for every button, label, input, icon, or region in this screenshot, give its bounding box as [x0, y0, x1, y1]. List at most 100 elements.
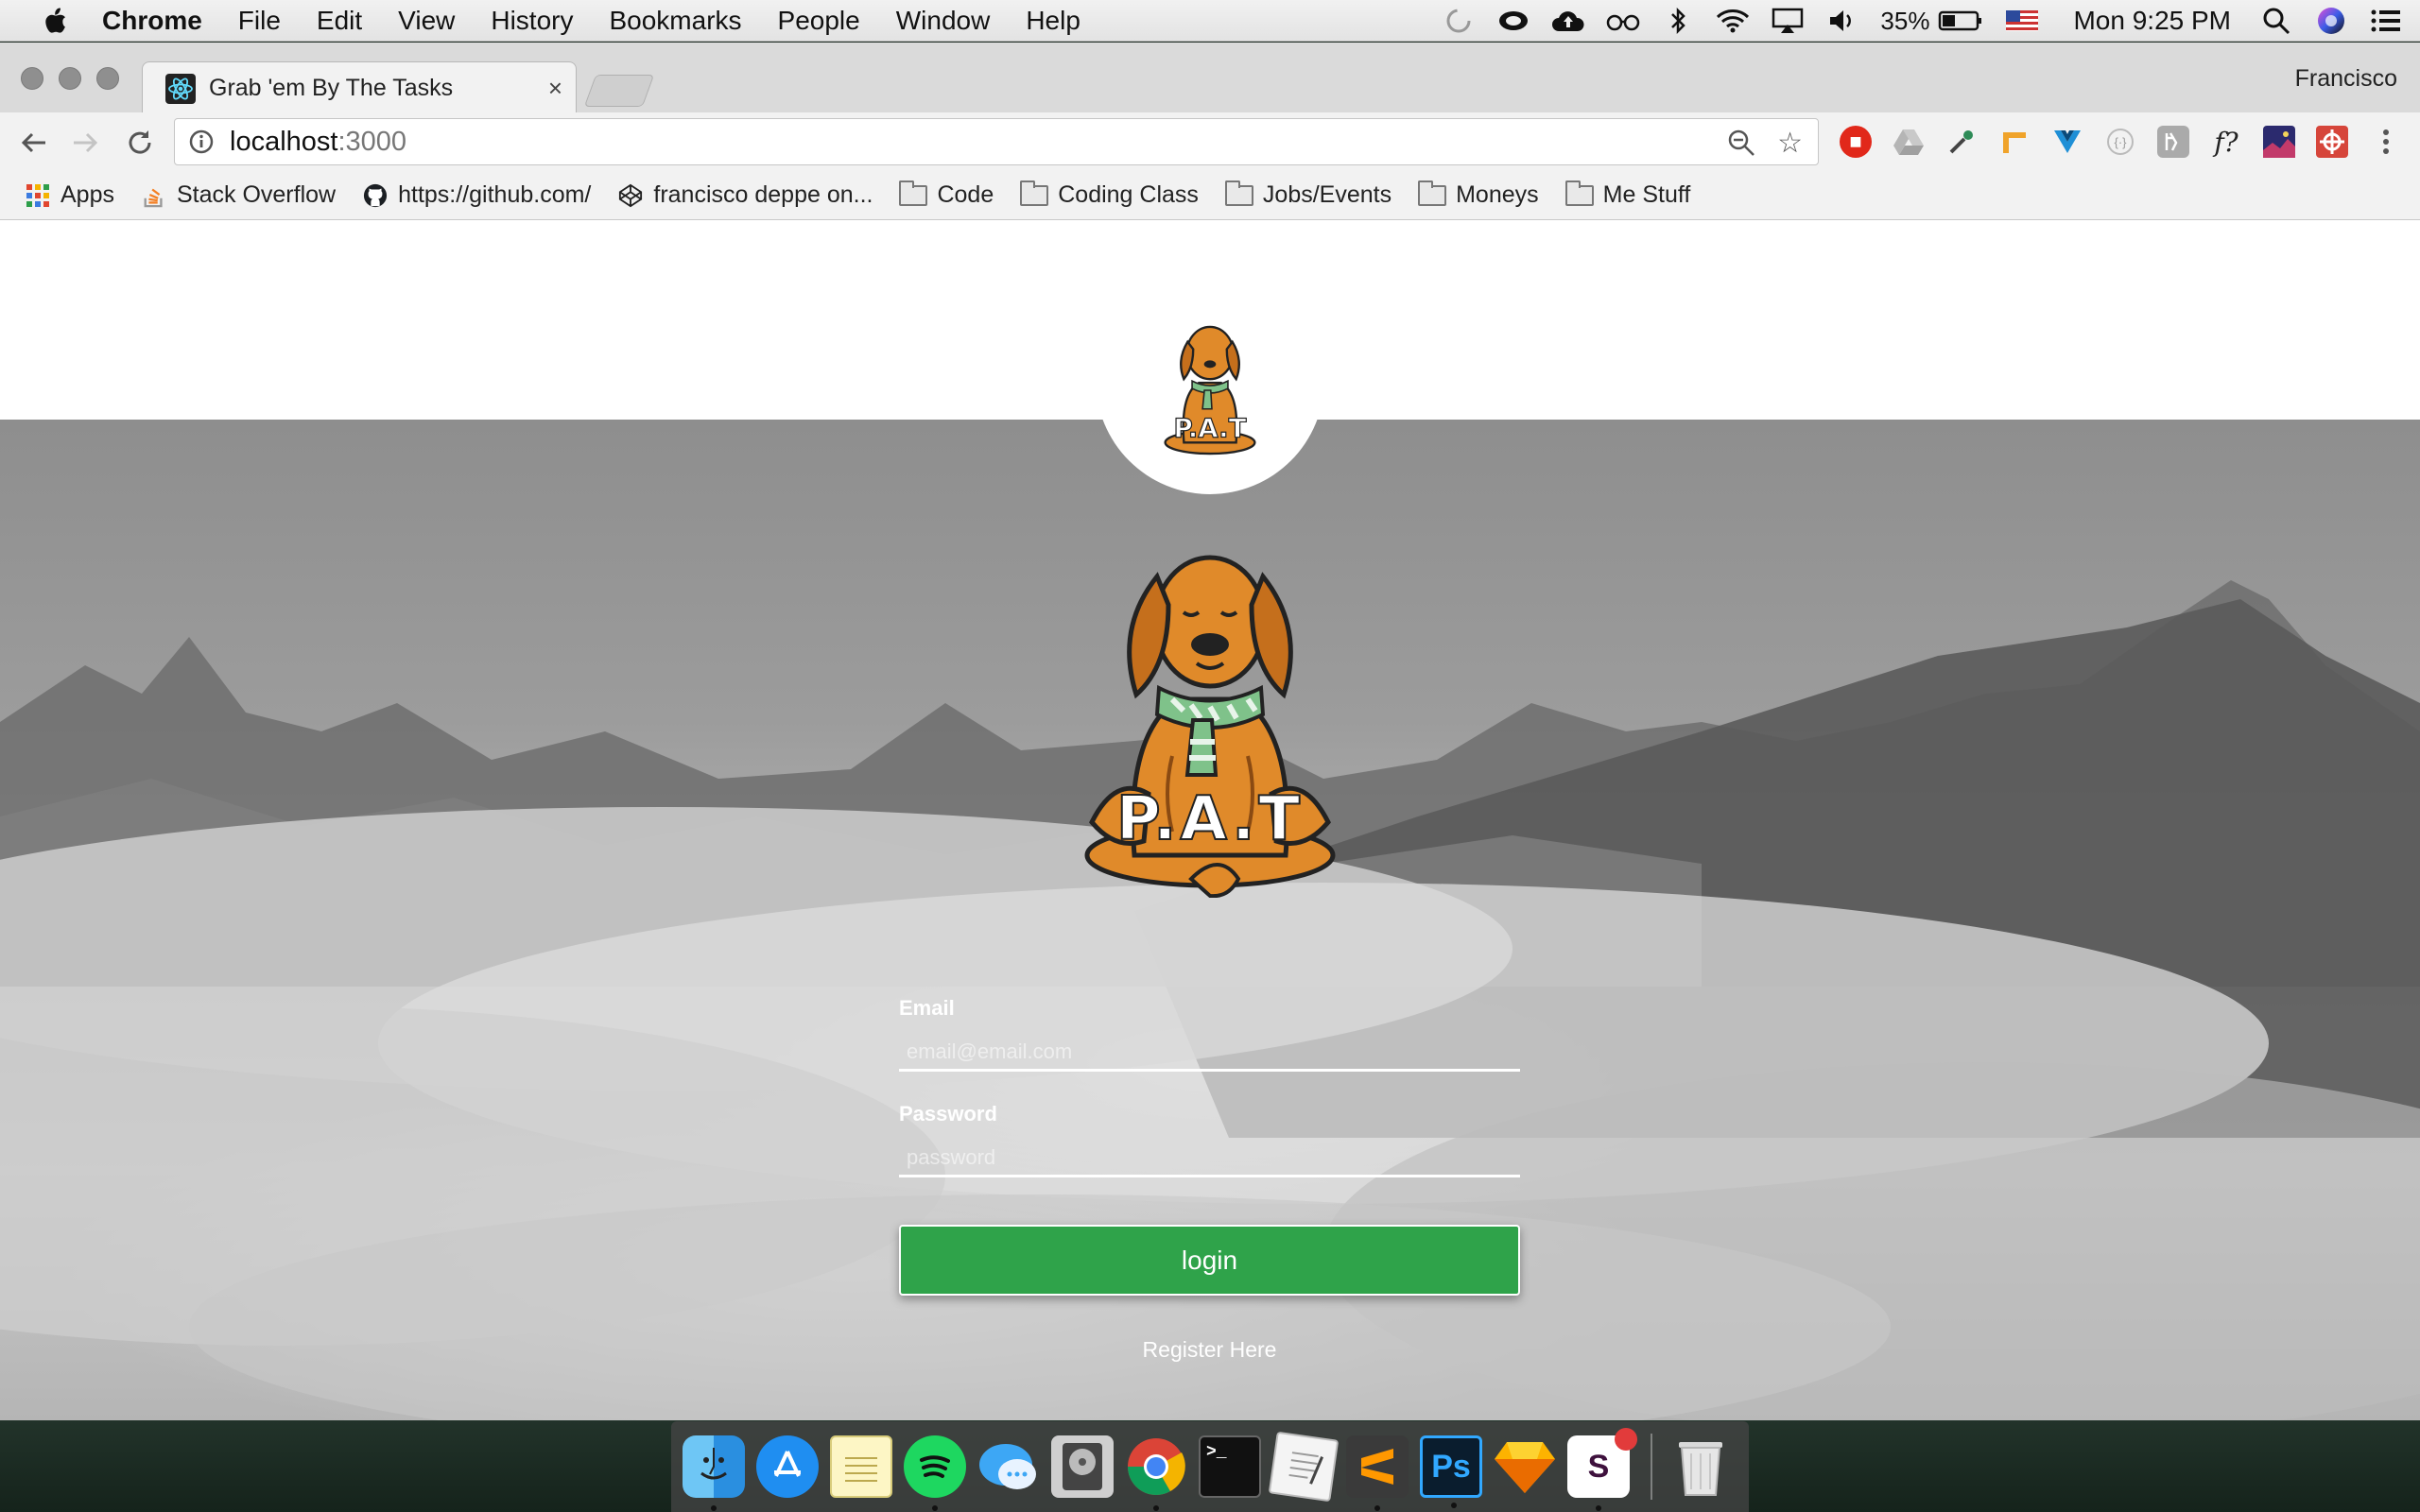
- site-info-icon[interactable]: [188, 129, 215, 155]
- window-zoom-button[interactable]: [96, 67, 119, 90]
- volume-icon[interactable]: [1825, 7, 1859, 35]
- stack-overflow-icon: [144, 188, 163, 207]
- disk-utility-icon[interactable]: [1051, 1435, 1114, 1498]
- messages-icon[interactable]: [977, 1435, 1040, 1498]
- login-button[interactable]: login: [899, 1225, 1520, 1296]
- ublock-extension-icon[interactable]: ■: [1840, 126, 1872, 158]
- notification-badge: [1615, 1428, 1637, 1451]
- password-label: Password: [899, 1102, 997, 1125]
- folder-icon: [1418, 180, 1447, 206]
- vue-devtools-extension-icon[interactable]: [2051, 126, 2083, 158]
- forward-arrow-icon[interactable]: [66, 124, 104, 162]
- bookmark-folder-me-stuff[interactable]: Me Stuff: [1564, 180, 1690, 209]
- photoshop-icon[interactable]: Ps: [1420, 1435, 1482, 1508]
- chrome-menu-icon[interactable]: [2369, 126, 2403, 158]
- address-bar[interactable]: localhost:3000 ☆: [174, 118, 1819, 165]
- slack-icon[interactable]: S: [1567, 1428, 1637, 1511]
- window-minimize-button[interactable]: [59, 67, 81, 90]
- sketch-icon[interactable]: [1494, 1435, 1556, 1498]
- react-favicon-icon: [165, 73, 196, 104]
- notification-center-icon[interactable]: [2369, 7, 2403, 35]
- menu-help[interactable]: Help: [1026, 6, 1080, 36]
- bookmark-folder-jobs-events[interactable]: Jobs/Events: [1224, 180, 1392, 209]
- creative-cloud-icon[interactable]: [1496, 7, 1530, 35]
- zoom-out-icon[interactable]: [1727, 129, 1755, 157]
- night-sky-extension-icon[interactable]: [2263, 126, 2295, 158]
- eyedropper-extension-icon[interactable]: [1945, 126, 1978, 158]
- ruler-extension-icon[interactable]: [1998, 126, 2031, 158]
- url-host: localhost: [230, 126, 338, 157]
- menu-history[interactable]: History: [491, 6, 573, 36]
- chrome-icon[interactable]: [1125, 1435, 1187, 1511]
- menubar-clock[interactable]: Mon 9:25 PM: [2073, 6, 2231, 36]
- trash-icon[interactable]: [1669, 1435, 1732, 1498]
- pat-dog-logo-image: P.A.T: [1084, 555, 1336, 898]
- siri-icon[interactable]: [2314, 7, 2348, 35]
- dock-separator: [1651, 1434, 1652, 1500]
- running-indicator: [932, 1505, 938, 1511]
- email-input[interactable]: [899, 1034, 1520, 1072]
- bookmark-label: Coding Class: [1058, 181, 1199, 208]
- window-close-button[interactable]: [21, 67, 43, 90]
- menu-app-name[interactable]: Chrome: [102, 6, 202, 36]
- wifi-icon[interactable]: [1716, 7, 1750, 35]
- bookmark-stack-overflow[interactable]: Stack Overflow: [141, 181, 336, 209]
- menu-bookmarks[interactable]: Bookmarks: [609, 6, 741, 36]
- cloud-upload-icon[interactable]: [1551, 7, 1585, 35]
- bookmark-apps[interactable]: Apps: [25, 181, 114, 209]
- password-input[interactable]: [899, 1140, 1520, 1177]
- battery-icon[interactable]: [1937, 7, 1984, 35]
- bookmark-folder-moneys[interactable]: Moneys: [1418, 180, 1539, 209]
- back-arrow-icon[interactable]: [15, 124, 53, 162]
- dock: >_ Ps S: [671, 1421, 1749, 1512]
- app-store-icon[interactable]: [756, 1435, 819, 1498]
- finder-icon[interactable]: [683, 1435, 745, 1511]
- menu-view[interactable]: View: [398, 6, 455, 36]
- menu-people[interactable]: People: [778, 6, 860, 36]
- bookmark-folder-coding-class[interactable]: Coding Class: [1020, 180, 1199, 209]
- battery-percent: 35%: [1880, 6, 1930, 35]
- tab-close-icon[interactable]: ×: [548, 74, 562, 103]
- menu-file[interactable]: File: [238, 6, 281, 36]
- profile-name[interactable]: Francisco: [2295, 65, 2397, 93]
- chrome-window: Grab 'em By The Tasks × Francisco localh…: [0, 43, 2420, 1420]
- bookmark-label: Stack Overflow: [176, 181, 337, 208]
- bookmark-label: francisco deppe on...: [653, 181, 873, 208]
- bookmark-github[interactable]: https://github.com/: [362, 181, 591, 209]
- menu-edit[interactable]: Edit: [317, 6, 362, 36]
- apps-grid-icon: [26, 183, 49, 207]
- running-indicator: [1374, 1505, 1380, 1511]
- terminal-icon[interactable]: >_: [1199, 1435, 1261, 1498]
- page-ruler-extension-icon[interactable]: [2157, 126, 2189, 158]
- puzzle-extension-icon[interactable]: [2316, 126, 2348, 158]
- sublime-text-icon[interactable]: [1346, 1435, 1409, 1511]
- whatfont-extension-icon[interactable]: f?: [2210, 126, 2242, 158]
- bookmark-codepen[interactable]: francisco deppe on...: [617, 181, 873, 209]
- spinner-icon[interactable]: [1442, 7, 1476, 35]
- new-tab-button[interactable]: [583, 75, 655, 107]
- bookmark-folder-code[interactable]: Code: [899, 180, 994, 209]
- bookmark-star-icon[interactable]: ☆: [1777, 127, 1803, 160]
- browser-toolbar: localhost:3000 ☆ ■ {·} f?: [0, 112, 2420, 171]
- airplay-icon[interactable]: [1771, 7, 1805, 35]
- textedit-icon[interactable]: [1268, 1431, 1340, 1503]
- reload-icon[interactable]: [121, 124, 159, 162]
- bluetooth-icon[interactable]: [1661, 7, 1695, 35]
- menu-window[interactable]: Window: [896, 6, 991, 36]
- spotify-icon[interactable]: [904, 1435, 966, 1511]
- register-link[interactable]: Register Here: [899, 1337, 1520, 1363]
- notes-icon[interactable]: [830, 1435, 892, 1498]
- email-label: Email: [899, 996, 955, 1020]
- apple-logo-icon[interactable]: [38, 4, 76, 38]
- github-icon: [364, 183, 388, 207]
- codepen-icon: [619, 183, 643, 207]
- tab-active[interactable]: Grab 'em By The Tasks ×: [142, 61, 577, 114]
- bookmark-label: Apps: [60, 181, 114, 208]
- spotlight-search-icon[interactable]: [2259, 7, 2293, 35]
- glasses-icon[interactable]: [1606, 7, 1640, 35]
- bookmark-label: Code: [937, 181, 994, 208]
- header-dog-logo-icon[interactable]: P.A.T: [1153, 319, 1267, 461]
- google-drive-extension-icon[interactable]: [1893, 126, 1925, 158]
- us-flag-icon[interactable]: [2005, 7, 2039, 35]
- json-viewer-extension-icon[interactable]: {·}: [2104, 126, 2136, 158]
